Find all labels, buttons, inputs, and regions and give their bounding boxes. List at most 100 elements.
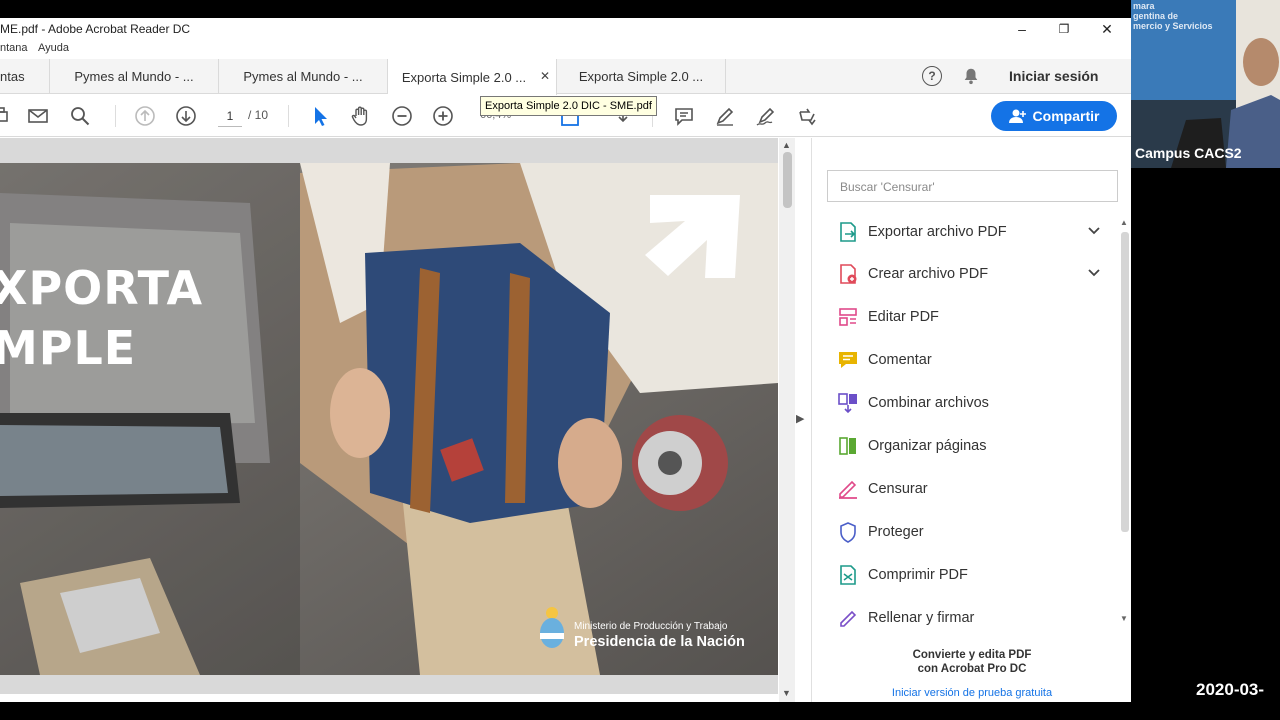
page-total: / 10: [248, 108, 269, 122]
scroll-up-icon[interactable]: ▲: [782, 140, 791, 150]
chevron-down-icon[interactable]: [1087, 266, 1101, 280]
tab-label: Pymes al Mundo - ...: [243, 69, 363, 84]
cam-banner-line: gentina de: [1133, 11, 1179, 21]
tab-herramientas[interactable]: ntas: [0, 59, 50, 94]
document-area[interactable]: XPORTA MPLE Ministerio de Producción y T…: [0, 138, 778, 694]
tools-list: Exportar archivo PDF Crear archivo PDF E…: [812, 216, 1117, 627]
cover-heading-line2: MPLE: [0, 321, 137, 375]
tab-bar: ntas Pymes al Mundo - ... Pymes al Mundo…: [0, 59, 1131, 95]
help-icon[interactable]: ?: [922, 66, 942, 86]
tool-label: Comprimir PDF: [868, 567, 968, 583]
restore-button[interactable]: ❐: [1042, 18, 1086, 40]
toolbar-divider: [115, 105, 116, 127]
cam-label: Campus CACS2: [1135, 145, 1242, 161]
tool-export-pdf[interactable]: Exportar archivo PDF: [836, 217, 1106, 247]
cam-banner-line: mercio y Servicios: [1133, 21, 1213, 31]
tab-label: Exporta Simple 2.0 ...: [578, 69, 704, 84]
tool-create-pdf[interactable]: Crear archivo PDF: [836, 259, 1106, 289]
tab-pymes-1[interactable]: Pymes al Mundo - ...: [50, 59, 219, 94]
cam-banner: mara gentina de mercio y Servicios: [1133, 1, 1213, 31]
page-number-input[interactable]: 1: [218, 105, 242, 127]
bell-icon[interactable]: [962, 67, 980, 85]
tool-fill-sign[interactable]: Rellenar y firmar: [836, 603, 1106, 627]
export-pdf-icon: [836, 220, 860, 244]
hand-tool-icon[interactable]: [349, 104, 373, 128]
window-title: ME.pdf - Adobe Acrobat Reader DC: [0, 22, 191, 36]
compress-pdf-icon: [836, 563, 860, 587]
promo-text: Convierte y edita PDF con Acrobat Pro DC: [912, 649, 1032, 675]
tools-search-input[interactable]: Buscar 'Censurar': [827, 170, 1118, 202]
tab-label: ntas: [0, 69, 25, 84]
add-user-icon: [1008, 109, 1026, 123]
document-scrollbar[interactable]: ▲ ▼: [779, 138, 795, 702]
tab-pymes-2[interactable]: Pymes al Mundo - ...: [219, 59, 388, 94]
tool-organize-pages[interactable]: Organizar páginas: [836, 431, 1106, 461]
cover-photo: [0, 163, 778, 675]
webcam-video: mara gentina de mercio y Servicios: [1131, 0, 1280, 168]
scroll-thumb[interactable]: [783, 152, 792, 208]
ministry-text: Ministerio de Producción y Trabajo: [574, 621, 728, 632]
presidency-text: Presidencia de la Nación: [574, 634, 745, 650]
tool-label: Comentar: [868, 352, 932, 368]
tool-label: Crear archivo PDF: [868, 266, 989, 282]
title-bar: ME.pdf - Adobe Acrobat Reader DC – ❐ ✕: [0, 18, 1131, 40]
minimize-button[interactable]: –: [1000, 18, 1044, 40]
tool-label: Organizar páginas: [868, 438, 987, 454]
argentina-seal-icon: [540, 607, 564, 648]
menu-item-ayuda[interactable]: Ayuda: [38, 42, 69, 54]
tool-protect[interactable]: Proteger: [836, 517, 1106, 547]
highlight-pen-icon[interactable]: [713, 104, 737, 128]
menu-bar: ntana Ayuda: [0, 40, 1131, 58]
select-cursor-icon[interactable]: [308, 104, 332, 128]
tab-exporta-2[interactable]: Exporta Simple 2.0 ...: [557, 59, 726, 94]
tools-pane: Buscar 'Censurar' Exportar archivo PDF C…: [811, 138, 1131, 702]
tab-exporta-active[interactable]: Exporta Simple 2.0 ... ✕: [388, 59, 557, 95]
protect-icon: [836, 520, 860, 544]
tab-label: Exporta Simple 2.0 ...: [401, 69, 527, 85]
tab-tooltip: Exporta Simple 2.0 DIC - SME.pdf: [480, 96, 657, 116]
tool-label: Proteger: [868, 524, 924, 540]
sign-icon[interactable]: [754, 104, 778, 128]
close-button[interactable]: ✕: [1085, 18, 1129, 40]
comment-tool-icon[interactable]: [672, 104, 696, 128]
scroll-down-icon[interactable]: ▼: [1120, 614, 1128, 623]
zoom-in-icon[interactable]: [431, 104, 455, 128]
tool-compress-pdf[interactable]: Comprimir PDF: [836, 560, 1106, 590]
fit-page-icon[interactable]: [558, 115, 582, 129]
edit-pdf-icon: [836, 305, 860, 329]
more-tools-icon[interactable]: [795, 104, 819, 128]
trial-link[interactable]: Iniciar versión de prueba gratuita: [812, 687, 1131, 699]
pdf-page: XPORTA MPLE Ministerio de Producción y T…: [0, 163, 778, 675]
print-icon[interactable]: [0, 104, 12, 128]
organize-pages-icon: [836, 434, 860, 458]
share-button[interactable]: Compartir: [991, 101, 1117, 131]
tool-label: Censurar: [868, 481, 928, 497]
sign-in-link[interactable]: Iniciar sesión: [1009, 68, 1098, 84]
scroll-thumb[interactable]: [1121, 232, 1129, 532]
acrobat-window: ME.pdf - Adobe Acrobat Reader DC – ❐ ✕ n…: [0, 18, 1131, 702]
scroll-up-icon[interactable]: ▲: [1120, 218, 1128, 227]
redact-icon: [836, 477, 860, 501]
toolbar-divider: [288, 105, 289, 127]
tab-close-icon[interactable]: ✕: [540, 69, 550, 83]
tool-redact[interactable]: Censurar: [836, 474, 1106, 504]
email-icon[interactable]: [26, 104, 50, 128]
previous-page-icon[interactable]: [133, 104, 157, 128]
chevron-down-icon[interactable]: [1087, 224, 1101, 238]
menu-item-ventana[interactable]: ntana: [0, 42, 28, 54]
collapse-pane-icon[interactable]: ▶: [796, 412, 804, 425]
scroll-mode-icon[interactable]: [611, 115, 635, 129]
tool-comment[interactable]: Comentar: [836, 345, 1106, 375]
comment-icon: [836, 348, 860, 372]
tool-edit-pdf[interactable]: Editar PDF: [836, 302, 1106, 332]
scroll-down-icon[interactable]: ▼: [782, 688, 791, 698]
tools-scrollbar[interactable]: ▲ ▼: [1118, 218, 1130, 630]
next-page-icon[interactable]: [174, 104, 198, 128]
zoom-out-icon[interactable]: [390, 104, 414, 128]
fill-sign-icon: [836, 606, 860, 627]
search-icon[interactable]: [68, 104, 92, 128]
tool-label: Exportar archivo PDF: [868, 224, 1007, 240]
cover-heading-line1: XPORTA: [0, 261, 204, 315]
tool-label: Combinar archivos: [868, 395, 989, 411]
tool-combine-files[interactable]: Combinar archivos: [836, 388, 1106, 418]
